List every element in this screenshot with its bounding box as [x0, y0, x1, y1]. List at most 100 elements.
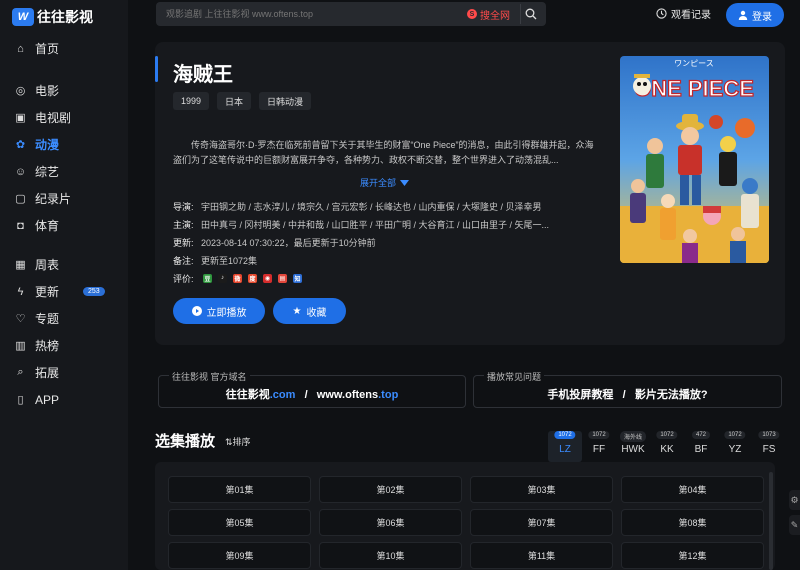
search-input[interactable]	[156, 9, 467, 19]
favorite-button[interactable]: ★ 收藏	[273, 298, 346, 324]
logo[interactable]: W 往往影视	[12, 7, 93, 27]
sidebar-item-bottom-4[interactable]: ⌕ 拓展	[0, 359, 128, 386]
svg-text:ワンピース: ワンピース	[674, 59, 714, 68]
updated-key: 更新:	[173, 237, 194, 248]
faq-label: 播放常见问题	[484, 370, 545, 383]
episode-button[interactable]: 第10集	[319, 542, 462, 569]
sidebar-item-top-0[interactable]: ⌂ 首页	[0, 35, 128, 62]
official-domain-tld1: .com	[269, 389, 296, 401]
rating-sources: 豆 ♪ 微度 ◉ ▤ 知	[203, 273, 302, 283]
topbar: S 搜全网 观看记录 登录	[128, 0, 800, 30]
episode-button[interactable]: 第02集	[319, 476, 462, 503]
source-tab-bf[interactable]: 472 BF	[684, 431, 718, 462]
expand-label: 展开全部	[360, 178, 397, 188]
source-tab-lz[interactable]: 1072 LZ	[548, 431, 582, 462]
search-icon[interactable]	[520, 4, 540, 24]
sidebar-item-top-1[interactable]: ◎ 电影	[0, 77, 128, 104]
film-icon: ◎	[15, 85, 26, 97]
sidebar-item-top-5[interactable]: ▢ 纪录片	[0, 185, 128, 212]
episode-scrollbar[interactable]	[769, 472, 773, 570]
updated-value: 2023-08-14 07:30:22，最后更新于10分钟前	[201, 237, 376, 248]
star-icon: ★	[292, 305, 302, 317]
official-domain-host: www.oftens	[316, 389, 379, 401]
poster-image[interactable]: ワンピース ONE PIECE	[620, 56, 769, 263]
episode-button[interactable]: 第05集	[168, 509, 311, 536]
douban-icon[interactable]: 豆	[203, 273, 212, 283]
cast-key: 主演:	[173, 219, 194, 230]
tag[interactable]: 1999	[173, 92, 210, 110]
sidebar: W 往往影视 ⌂ 首页 ◎ 电影 ▣ 电视剧 ✿ 动漫 ☺ 综艺 ▢ 纪录片 ◘ 体育 ▦ 周表 ϟ 更新 253…	[0, 0, 128, 570]
episode-button[interactable]: 第09集	[168, 542, 311, 569]
search-all-button[interactable]: S 搜全网	[467, 7, 510, 22]
cast-value[interactable]: 田中真弓 / 冈村明美 / 中井和哉 / 山口胜平 / 平田广明 / 大谷育江 …	[201, 218, 549, 231]
official-domain-box: 往往影视 官方域名 往往影视.com / www.oftens.top	[158, 370, 466, 408]
episode-button[interactable]: 第04集	[621, 476, 764, 503]
faq-link-playback[interactable]: 影片无法播放?	[635, 389, 708, 401]
expand-button[interactable]: 展开全部	[360, 176, 410, 189]
episode-button[interactable]: 第06集	[319, 509, 462, 536]
weibo-red-icon[interactable]: ◉	[263, 273, 272, 283]
official-domain-tld2: .top	[378, 389, 399, 401]
sidebar-item-top-6[interactable]: ◘ 体育	[0, 212, 128, 239]
tag[interactable]: 日本	[217, 92, 252, 110]
history-label: 观看记录	[671, 10, 711, 21]
bilibili-icon[interactable]: ▤	[278, 273, 287, 283]
source-tab-ff[interactable]: 1072 FF	[582, 431, 616, 462]
sort-button[interactable]: ⇅排序	[225, 435, 251, 448]
source-tabs: 1072 LZ 1072 FF 海外线 HWK 1072 KK 472 BF 1072 YZ 1073 F…	[548, 431, 786, 462]
detail-card: 海贼王 1999 日本 日韩动漫 传奇海盗哥尔·D·罗杰在临死前曾留下关于其毕生的财…	[155, 42, 785, 345]
episode-button[interactable]: 第03集	[470, 476, 613, 503]
episode-button[interactable]: 第07集	[470, 509, 613, 536]
episode-button[interactable]: 第12集	[621, 542, 764, 569]
history-button[interactable]: 观看记录	[656, 6, 711, 21]
play-label: 立即播放	[206, 307, 247, 319]
episode-button[interactable]: 第08集	[621, 509, 764, 536]
zhihu-icon[interactable]: 知	[293, 273, 302, 283]
sidebar-item-label: 热榜	[35, 339, 60, 353]
sidebar-item-label: 首页	[35, 42, 60, 56]
rating-row: 评价: 豆 ♪ 微度 ◉ ▤ 知	[173, 269, 598, 287]
anime-icon: ✿	[15, 139, 26, 151]
settings-icon[interactable]: ⚙	[789, 490, 800, 510]
sidebar-item-bottom-2[interactable]: ♡ 专题	[0, 305, 128, 332]
episode-button[interactable]: 第11集	[470, 542, 613, 569]
sidebar-item-top-2[interactable]: ▣ 电视剧	[0, 104, 128, 131]
sidebar-item-bottom-0[interactable]: ▦ 周表	[0, 251, 128, 278]
source-tab-yz[interactable]: 1072 YZ	[718, 431, 752, 462]
play-button[interactable]: 立即播放	[173, 298, 265, 324]
sidebar-item-bottom-3[interactable]: ▥ 热榜	[0, 332, 128, 359]
faq-links: 手机投屏教程 / 影片无法播放?	[474, 386, 781, 402]
bolt-icon: ϟ	[17, 285, 24, 298]
user-icon	[738, 10, 748, 20]
sidebar-item-top-4[interactable]: ☺ 综艺	[0, 158, 128, 185]
tiktok-icon[interactable]: ♪	[218, 273, 227, 283]
secondary-nav: ▦ 周表 ϟ 更新 253 ♡ 专题 ▥ 热榜 ⌕ 拓展 ▯ APP	[0, 251, 128, 413]
episode-button[interactable]: 第01集	[168, 476, 311, 503]
title-accent	[155, 56, 158, 82]
official-domain-separator: /	[304, 389, 308, 401]
director-value[interactable]: 宇田钢之助 / 志水淳儿 / 境宗久 / 宫元宏彰 / 长峰达也 / 山内重保 …	[201, 200, 542, 213]
app-icon: ▯	[17, 394, 24, 406]
sidebar-item-top-3[interactable]: ✿ 动漫	[0, 131, 128, 158]
source-count-badge: 1072	[724, 431, 746, 439]
episodes-title: 选集播放	[155, 433, 216, 450]
weibo-icon[interactable]: 微	[233, 273, 242, 283]
source-tab-hwk[interactable]: 海外线 HWK	[616, 431, 650, 462]
source-tab-kk[interactable]: 1072 KK	[650, 431, 684, 462]
feedback-icon[interactable]: ✎	[789, 515, 800, 535]
login-button[interactable]: 登录	[726, 3, 784, 27]
baidu-icon[interactable]: 度	[248, 273, 257, 283]
logo-text: 往往影视	[37, 9, 93, 25]
sidebar-item-bottom-1[interactable]: ϟ 更新 253	[0, 278, 128, 305]
primary-nav: ⌂ 首页 ◎ 电影 ▣ 电视剧 ✿ 动漫 ☺ 综艺 ▢ 纪录片 ◘ 体育	[0, 35, 128, 239]
official-domain-text[interactable]: 往往影视.com / www.oftens.top	[159, 386, 465, 402]
tag[interactable]: 日韩动漫	[259, 92, 312, 110]
source-tab-fs[interactable]: 1073 FS	[752, 431, 786, 462]
director-key: 导演:	[173, 201, 194, 212]
faq-link-cast[interactable]: 手机投屏教程	[547, 389, 613, 401]
updated-row: 更新: 2023-08-14 07:30:22，最后更新于10分钟前	[173, 233, 598, 251]
source-count-badge: 1072	[554, 431, 576, 439]
sidebar-item-label: 拓展	[35, 366, 60, 380]
sidebar-item-bottom-5[interactable]: ▯ APP	[0, 386, 128, 413]
sidebar-item-label: 电视剧	[35, 111, 72, 125]
